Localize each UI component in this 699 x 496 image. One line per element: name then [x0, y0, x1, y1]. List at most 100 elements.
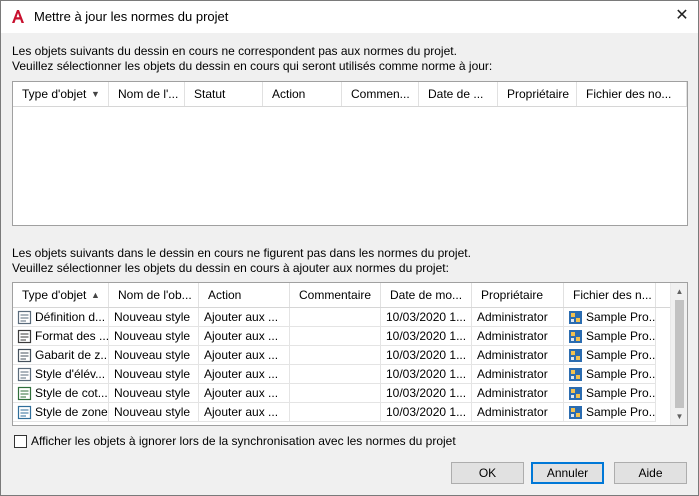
- table-cell-type: Gabarit de z...: [13, 346, 109, 365]
- show-ignored-label[interactable]: Afficher les objets à ignorer lors de la…: [31, 434, 456, 448]
- column-header[interactable]: Commen...: [342, 82, 419, 106]
- table-cell-type: Définition d...: [13, 308, 109, 327]
- table-cell-comment: [290, 327, 381, 346]
- table-cell-action: Ajouter aux ...: [199, 365, 290, 384]
- missing-objects-table[interactable]: Type d'objet ▲ Nom de l'ob... Action Comment…: [12, 282, 688, 426]
- column-header[interactable]: Commentaire: [290, 283, 381, 307]
- column-header-label: Commentaire: [299, 288, 372, 302]
- table-cell-action: Ajouter aux ...: [199, 403, 290, 422]
- column-header[interactable]: Date de mo...: [381, 283, 472, 307]
- column-header[interactable]: Nom de l'ob...: [109, 283, 199, 307]
- table-cell-action: Ajouter aux ...: [199, 327, 290, 346]
- cell-text: Administrator: [477, 367, 548, 381]
- table-cell-file: Sample Pro...: [564, 327, 656, 346]
- table-cell-action: Ajouter aux ...: [199, 346, 290, 365]
- table-cell-file: Sample Pro...: [564, 346, 656, 365]
- cell-text: Style d'élév...: [35, 367, 106, 381]
- cell-text: Sample Pro...: [586, 329, 656, 343]
- dimension-style-icon: [17, 386, 32, 401]
- cell-text: Ajouter aux ...: [204, 367, 279, 381]
- definition-icon: [17, 310, 32, 325]
- title-bar: Mettre à jour les normes du projet ✕: [1, 1, 698, 33]
- table-cell-file: Sample Pro...: [564, 308, 656, 327]
- help-button[interactable]: Aide: [614, 462, 687, 484]
- section1-line1: Les objets suivants du dessin en cours n…: [12, 44, 457, 58]
- elevation-style-icon: [17, 367, 32, 382]
- project-standards-file-icon: [569, 349, 582, 362]
- cell-text: Administrator: [477, 386, 548, 400]
- cell-text: Sample Pro...: [586, 310, 656, 324]
- table-cell-owner: Administrator: [472, 346, 564, 365]
- column-header-label: Nom de l'ob...: [118, 288, 192, 302]
- column-header[interactable]: Action: [263, 82, 342, 106]
- sort-descending-icon: ▼: [91, 89, 100, 99]
- table-header: Type d'objet ▲ Nom de l'ob... Action Comment…: [13, 283, 671, 308]
- table-cell-name: Nouveau style: [109, 327, 199, 346]
- scroll-down-icon[interactable]: ▼: [671, 408, 687, 425]
- project-standards-file-icon: [569, 330, 582, 343]
- project-standards-file-icon: [569, 406, 582, 419]
- close-button[interactable]: ✕: [671, 5, 693, 27]
- column-header[interactable]: Type d'objet ▼: [13, 82, 109, 106]
- section1-description: Les objets suivants du dessin en cours n…: [12, 44, 492, 74]
- vertical-scrollbar[interactable]: ▲ ▼: [670, 283, 687, 425]
- nonconforming-objects-table[interactable]: Type d'objet ▼ Nom de l'... Statut Action Com…: [12, 81, 688, 226]
- column-header[interactable]: Statut: [185, 82, 263, 106]
- cancel-button[interactable]: Annuler: [531, 462, 604, 484]
- table-cell-type: Style de cot...: [13, 384, 109, 403]
- zone-style-icon: [17, 405, 32, 420]
- column-header-label: Propriétaire: [507, 87, 570, 101]
- cell-text: Ajouter aux ...: [204, 348, 279, 362]
- cell-text: Style de zone: [35, 405, 108, 419]
- table-cell-owner: Administrator: [472, 365, 564, 384]
- table-cell-date: 10/03/2020 1...: [381, 384, 472, 403]
- table-cell-owner: Administrator: [472, 403, 564, 422]
- column-header[interactable]: Action: [199, 283, 290, 307]
- column-header[interactable]: Propriétaire: [498, 82, 577, 106]
- column-header[interactable]: Fichier des n...: [564, 283, 656, 307]
- column-header[interactable]: Type d'objet ▲: [13, 283, 109, 307]
- scrollbar-thumb[interactable]: [675, 300, 684, 408]
- cell-text: 10/03/2020 1...: [386, 367, 467, 381]
- dialog-title: Mettre à jour les normes du projet: [34, 9, 229, 24]
- table-cell-action: Ajouter aux ...: [199, 308, 290, 327]
- column-header-label: Commen...: [351, 87, 410, 101]
- table-cell-date: 10/03/2020 1...: [381, 308, 472, 327]
- column-header-label: Date de mo...: [390, 288, 463, 302]
- text-format-icon: [17, 329, 32, 344]
- cell-text: 10/03/2020 1...: [386, 348, 467, 362]
- table-cell-name: Nouveau style: [109, 365, 199, 384]
- column-header[interactable]: Date de ...: [419, 82, 498, 106]
- cell-text: 10/03/2020 1...: [386, 386, 467, 400]
- cell-text: 10/03/2020 1...: [386, 329, 467, 343]
- table-cell-action: Ajouter aux ...: [199, 384, 290, 403]
- table-cell-type: Style d'élév...: [13, 365, 109, 384]
- cell-text: Nouveau style: [114, 386, 191, 400]
- column-header-label: Nom de l'...: [118, 87, 179, 101]
- show-ignored-checkbox[interactable]: [14, 435, 27, 448]
- table-cell-comment: [290, 308, 381, 327]
- column-header[interactable]: Fichier des no...: [577, 82, 687, 106]
- table-cell-file: Sample Pro...: [564, 403, 656, 422]
- cell-text: 10/03/2020 1...: [386, 310, 467, 324]
- table-cell-comment: [290, 403, 381, 422]
- column-header-label: Fichier des no...: [586, 87, 672, 101]
- table-cell-type: Format des ...: [13, 327, 109, 346]
- column-header-label: Action: [208, 288, 242, 302]
- section2-description: Les objets suivants dans le dessin en co…: [12, 246, 471, 276]
- table-cell-owner: Administrator: [472, 384, 564, 403]
- ok-button[interactable]: OK: [451, 462, 524, 484]
- table-cell-name: Nouveau style: [109, 403, 199, 422]
- column-header[interactable]: Nom de l'...: [109, 82, 185, 106]
- sort-ascending-icon: ▲: [91, 290, 100, 300]
- section2-line2: Veuillez sélectionner les objets du dess…: [12, 261, 449, 275]
- table-cell-comment: [290, 346, 381, 365]
- scroll-up-icon[interactable]: ▲: [671, 283, 687, 300]
- cell-text: Nouveau style: [114, 367, 191, 381]
- table-cell-date: 10/03/2020 1...: [381, 327, 472, 346]
- cell-text: Ajouter aux ...: [204, 329, 279, 343]
- column-header-label: Propriétaire: [481, 288, 544, 302]
- column-header-label: Statut: [194, 87, 226, 101]
- column-header[interactable]: Propriétaire: [472, 283, 564, 307]
- table-header: Type d'objet ▼ Nom de l'... Statut Action Com…: [13, 82, 687, 107]
